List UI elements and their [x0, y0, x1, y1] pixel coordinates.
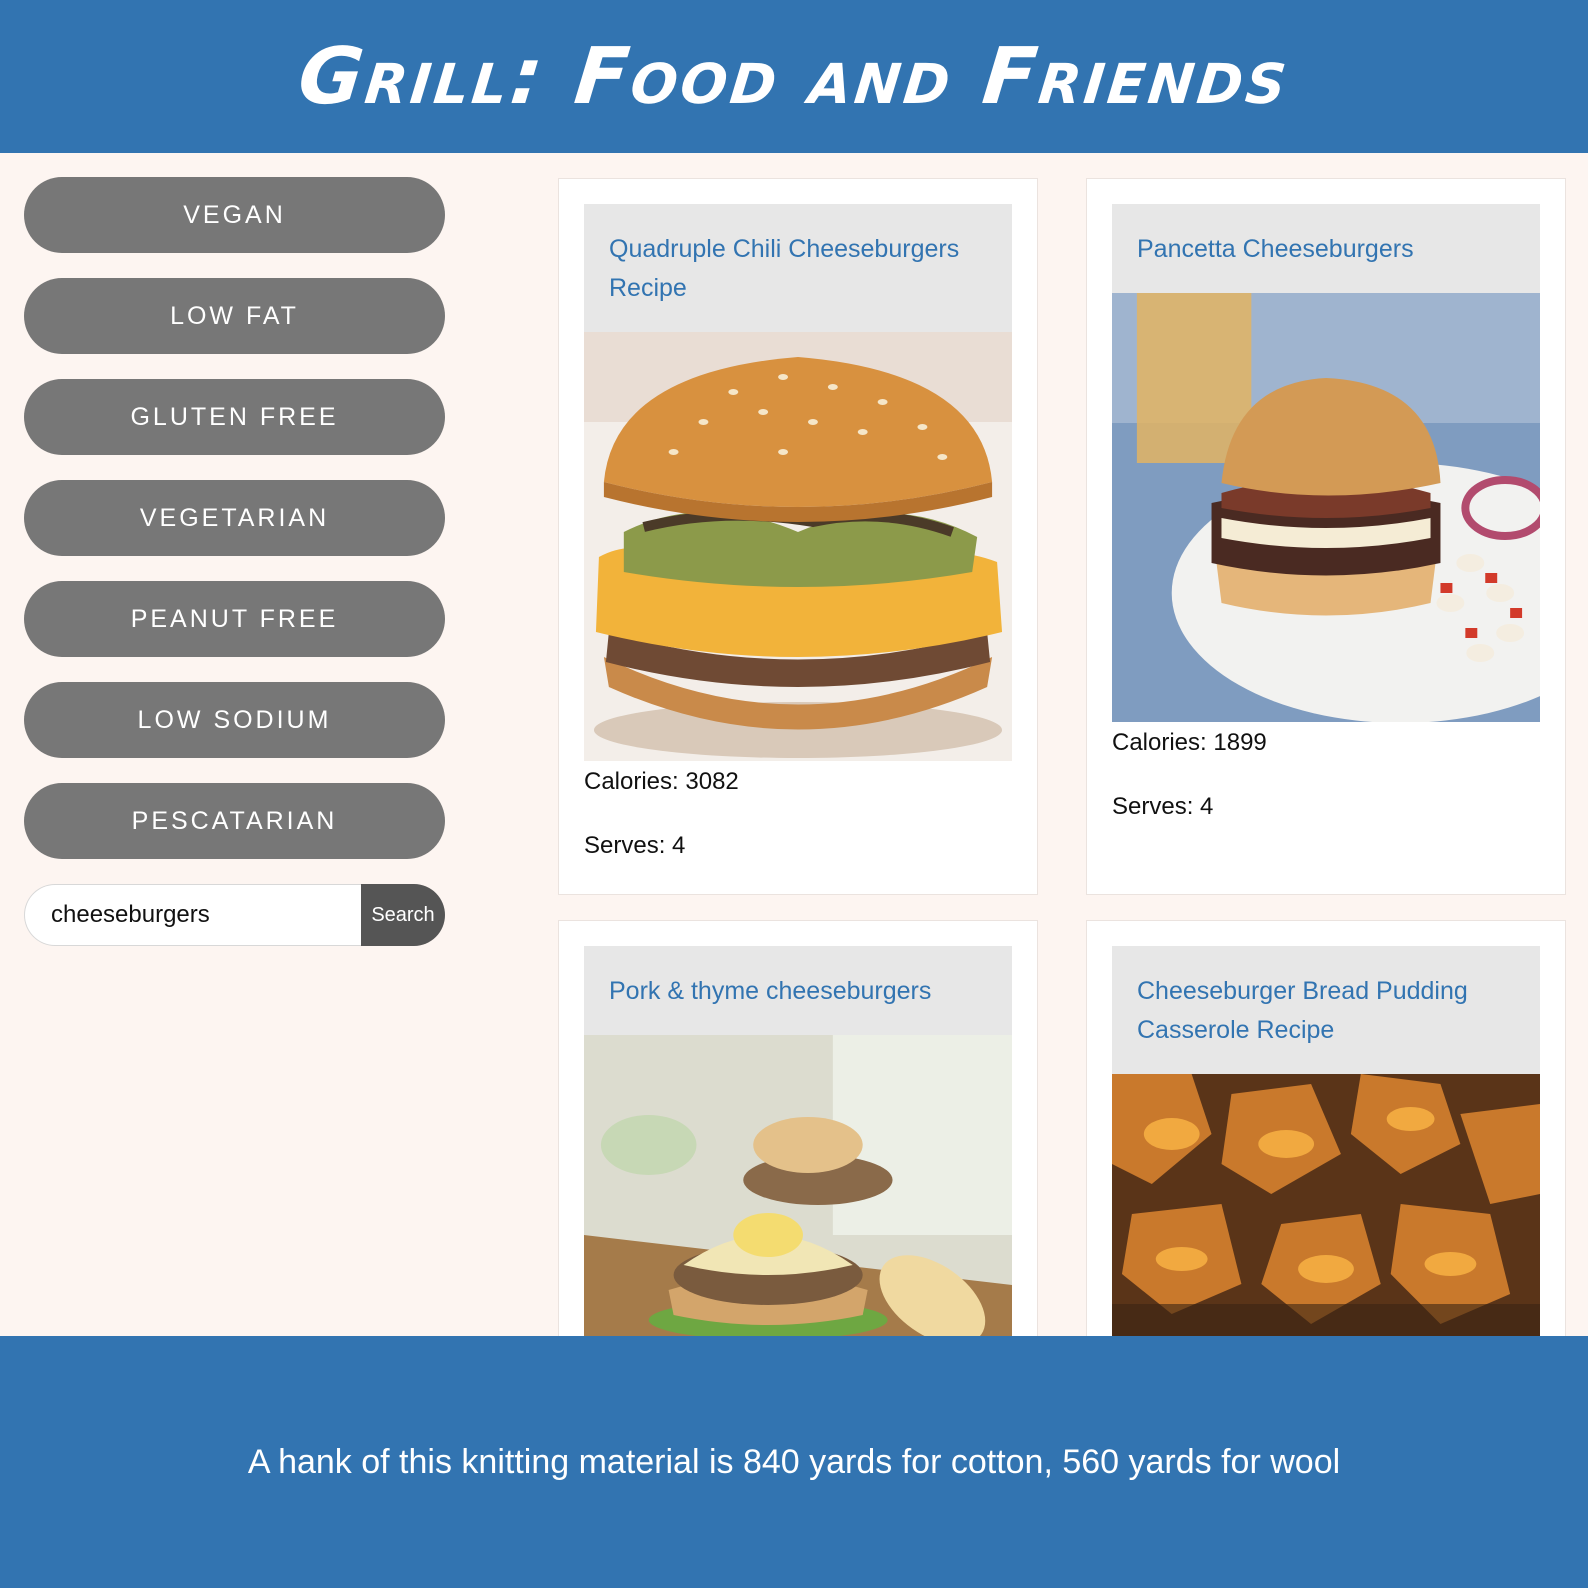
filter-button-vegan[interactable]: VEGAN: [24, 177, 445, 253]
burger-pancetta-photo[interactable]: [1112, 293, 1540, 722]
filter-button-peanut-free[interactable]: PEANUT FREE: [24, 581, 445, 657]
filter-button-vegetarian[interactable]: VEGETARIAN: [24, 480, 445, 556]
recipe-calories: Calories: 1899: [1112, 729, 1267, 756]
filter-button-low-fat[interactable]: LOW FAT: [24, 278, 445, 354]
recipe-title-box: Pork & thyme cheeseburgers: [584, 946, 1012, 1035]
recipe-title-link[interactable]: Pork & thyme cheeseburgers: [609, 977, 931, 1005]
site-title: Grill: Food and Friends: [294, 31, 1294, 122]
recipe-title-link[interactable]: Pancetta Cheeseburgers: [1137, 235, 1414, 263]
recipe-serves: Serves: 4: [584, 832, 686, 859]
recipe-title-link[interactable]: Quadruple Chili Cheeseburgers Recipe: [609, 235, 959, 302]
recipe-calories: Calories: 3082: [584, 768, 739, 795]
recipe-title-box: Cheeseburger Bread Pudding Casserole Rec…: [1112, 946, 1540, 1074]
recipe-card: Cheeseburger Bread Pudding Casserole Rec…: [1086, 920, 1566, 1342]
recipe-card: Pancetta Cheeseburgers Calories: 1899 Se…: [1086, 178, 1566, 895]
recipe-title-link[interactable]: Cheeseburger Bread Pudding Casserole Rec…: [1137, 977, 1468, 1044]
search-bar: Search: [24, 884, 445, 946]
search-button[interactable]: Search: [361, 884, 445, 946]
recipe-title-box: Quadruple Chili Cheeseburgers Recipe: [584, 204, 1012, 332]
site-header: Grill: Food and Friends: [0, 0, 1588, 153]
recipe-title-box: Pancetta Cheeseburgers: [1112, 204, 1540, 293]
recipe-serves: Serves: 4: [1112, 793, 1214, 820]
recipe-card: Pork & thyme cheeseburgers: [558, 920, 1038, 1341]
site-footer: A hank of this knitting material is 840 …: [0, 1336, 1588, 1588]
filter-button-low-sodium[interactable]: LOW SODIUM: [24, 682, 445, 758]
bread-pudding-casserole-photo[interactable]: [1112, 1074, 1540, 1342]
footer-text: A hank of this knitting material is 840 …: [247, 1442, 1341, 1481]
search-input[interactable]: [24, 884, 361, 946]
recipe-card: Quadruple Chili Cheeseburgers Recipe Cal…: [558, 178, 1038, 895]
filter-sidebar: VEGAN LOW FAT GLUTEN FREE VEGETARIAN PEA…: [24, 177, 445, 946]
burger-pork-thyme-photo[interactable]: [584, 1035, 1012, 1341]
filter-button-gluten-free[interactable]: GLUTEN FREE: [24, 379, 445, 455]
burger-chili-photo[interactable]: [584, 332, 1012, 761]
filter-button-pescatarian[interactable]: PESCATARIAN: [24, 783, 445, 859]
